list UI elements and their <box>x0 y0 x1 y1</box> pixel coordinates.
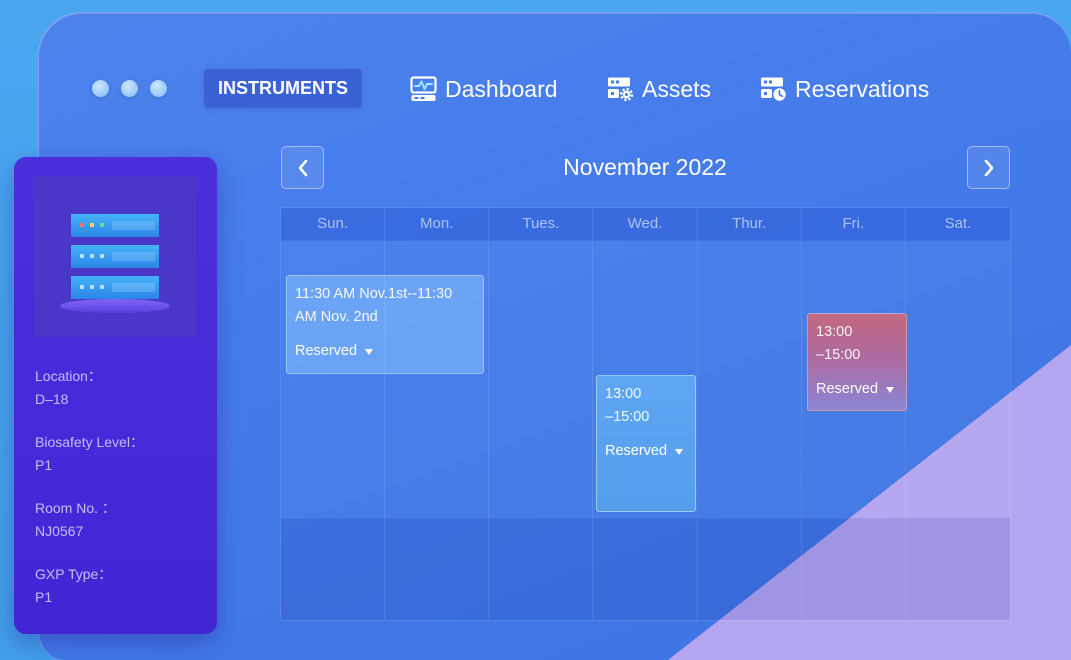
reservation-event[interactable]: 13:00 –15:00 Reserved <box>596 375 696 512</box>
caret-down-icon <box>365 348 374 355</box>
instrument-image <box>34 176 196 337</box>
nav-assets[interactable]: Assets <box>607 72 711 106</box>
calendar-day-cell[interactable] <box>905 518 1010 620</box>
nav-dashboard[interactable]: Dashboard <box>410 72 558 106</box>
window-control-dot-1[interactable] <box>92 80 109 97</box>
calendar-day-cell[interactable] <box>281 518 386 620</box>
weekday-header: Wed. <box>593 208 698 241</box>
event-time-line: –15:00 <box>605 409 650 425</box>
field-value: P1 <box>35 457 53 473</box>
nav-assets-label: Assets <box>642 76 712 102</box>
event-status-label: Reserved <box>295 343 358 359</box>
weekday-header: Tues. <box>489 208 594 241</box>
calendar-day-cell[interactable] <box>801 518 906 620</box>
reservation-calendar: Sun. Mon. Tues. Wed. Thur. Fri. Sat. 11:… <box>280 207 1011 621</box>
next-month-button[interactable] <box>967 146 1010 189</box>
calendar-month-title: November 2022 <box>563 154 727 180</box>
caret-down-icon <box>675 448 684 455</box>
reservation-event[interactable]: 11:30 AM Nov.1st--11:30 AM Nov. 2nd Rese… <box>286 275 484 374</box>
reservations-icon <box>761 77 786 101</box>
field-label: Location： <box>35 368 102 384</box>
event-status-label: Reserved <box>605 443 668 459</box>
calendar-day-cell[interactable] <box>906 241 1010 518</box>
reservation-event[interactable]: 13:00 –15:00 Reserved <box>807 313 907 411</box>
nav-dashboard-label: Dashboard <box>445 76 558 102</box>
caret-down-icon <box>886 386 895 393</box>
field-biosafety-level: Biosafety Level： P1 <box>35 431 144 477</box>
instrument-info-card: Location： D–18 Biosafety Level： P1 Room … <box>14 157 217 634</box>
weekday-header: Thur. <box>697 208 802 241</box>
event-time-line: –15:00 <box>816 347 861 363</box>
calendar-day-cell[interactable] <box>489 241 594 518</box>
previous-month-button[interactable] <box>281 146 324 189</box>
weekday-header: Fri. <box>801 208 906 241</box>
weekday-header: Sat. <box>905 208 1010 241</box>
weekday-header: Mon. <box>385 208 490 241</box>
event-time-line: AM Nov. 2nd <box>295 309 378 325</box>
field-label: Biosafety Level： <box>35 434 144 450</box>
instrument-details: Location： D–18 Biosafety Level： P1 Room … <box>35 365 144 629</box>
window-control-dot-3[interactable] <box>150 80 167 97</box>
event-time-line: 13:00 <box>816 324 853 340</box>
field-value: P1 <box>35 589 53 605</box>
chevron-right-icon <box>984 159 993 176</box>
field-value: NJ0567 <box>35 523 84 539</box>
event-time-line: 13:00 <box>605 386 642 402</box>
event-time-line: 11:30 AM Nov.1st--11:30 <box>295 286 453 302</box>
field-room-no: Room No. ： NJ0567 <box>35 497 144 543</box>
weekday-header: Sun. <box>281 208 386 241</box>
nav-reservations[interactable]: Reservations <box>760 72 929 106</box>
chevron-left-icon <box>298 159 307 176</box>
calendar-day-cell[interactable] <box>385 518 490 620</box>
event-status-dropdown[interactable]: Reserved <box>816 378 898 401</box>
calendar-day-cell[interactable] <box>697 518 802 620</box>
event-status-dropdown[interactable]: Reserved <box>295 340 475 363</box>
field-location: Location： D–18 <box>35 365 144 411</box>
field-label: GXP Type： <box>35 566 113 582</box>
event-status-label: Reserved <box>816 381 879 397</box>
field-value: D–18 <box>35 391 69 407</box>
calendar-day-cell[interactable] <box>698 241 802 518</box>
server-rack-icon <box>60 214 170 313</box>
calendar-day-cell[interactable] <box>593 518 698 620</box>
dashboard-icon <box>410 76 437 101</box>
nav-instruments-tab[interactable]: INSTRUMENTS <box>204 69 362 108</box>
window-control-dot-2[interactable] <box>121 80 138 97</box>
field-gxp-type: GXP Type： P1 <box>35 563 144 609</box>
assets-icon <box>608 77 634 102</box>
event-status-dropdown[interactable]: Reserved <box>605 440 687 463</box>
nav-reservations-label: Reservations <box>795 76 930 102</box>
field-label: Room No. ： <box>35 500 116 516</box>
calendar-day-cell[interactable] <box>489 518 594 620</box>
